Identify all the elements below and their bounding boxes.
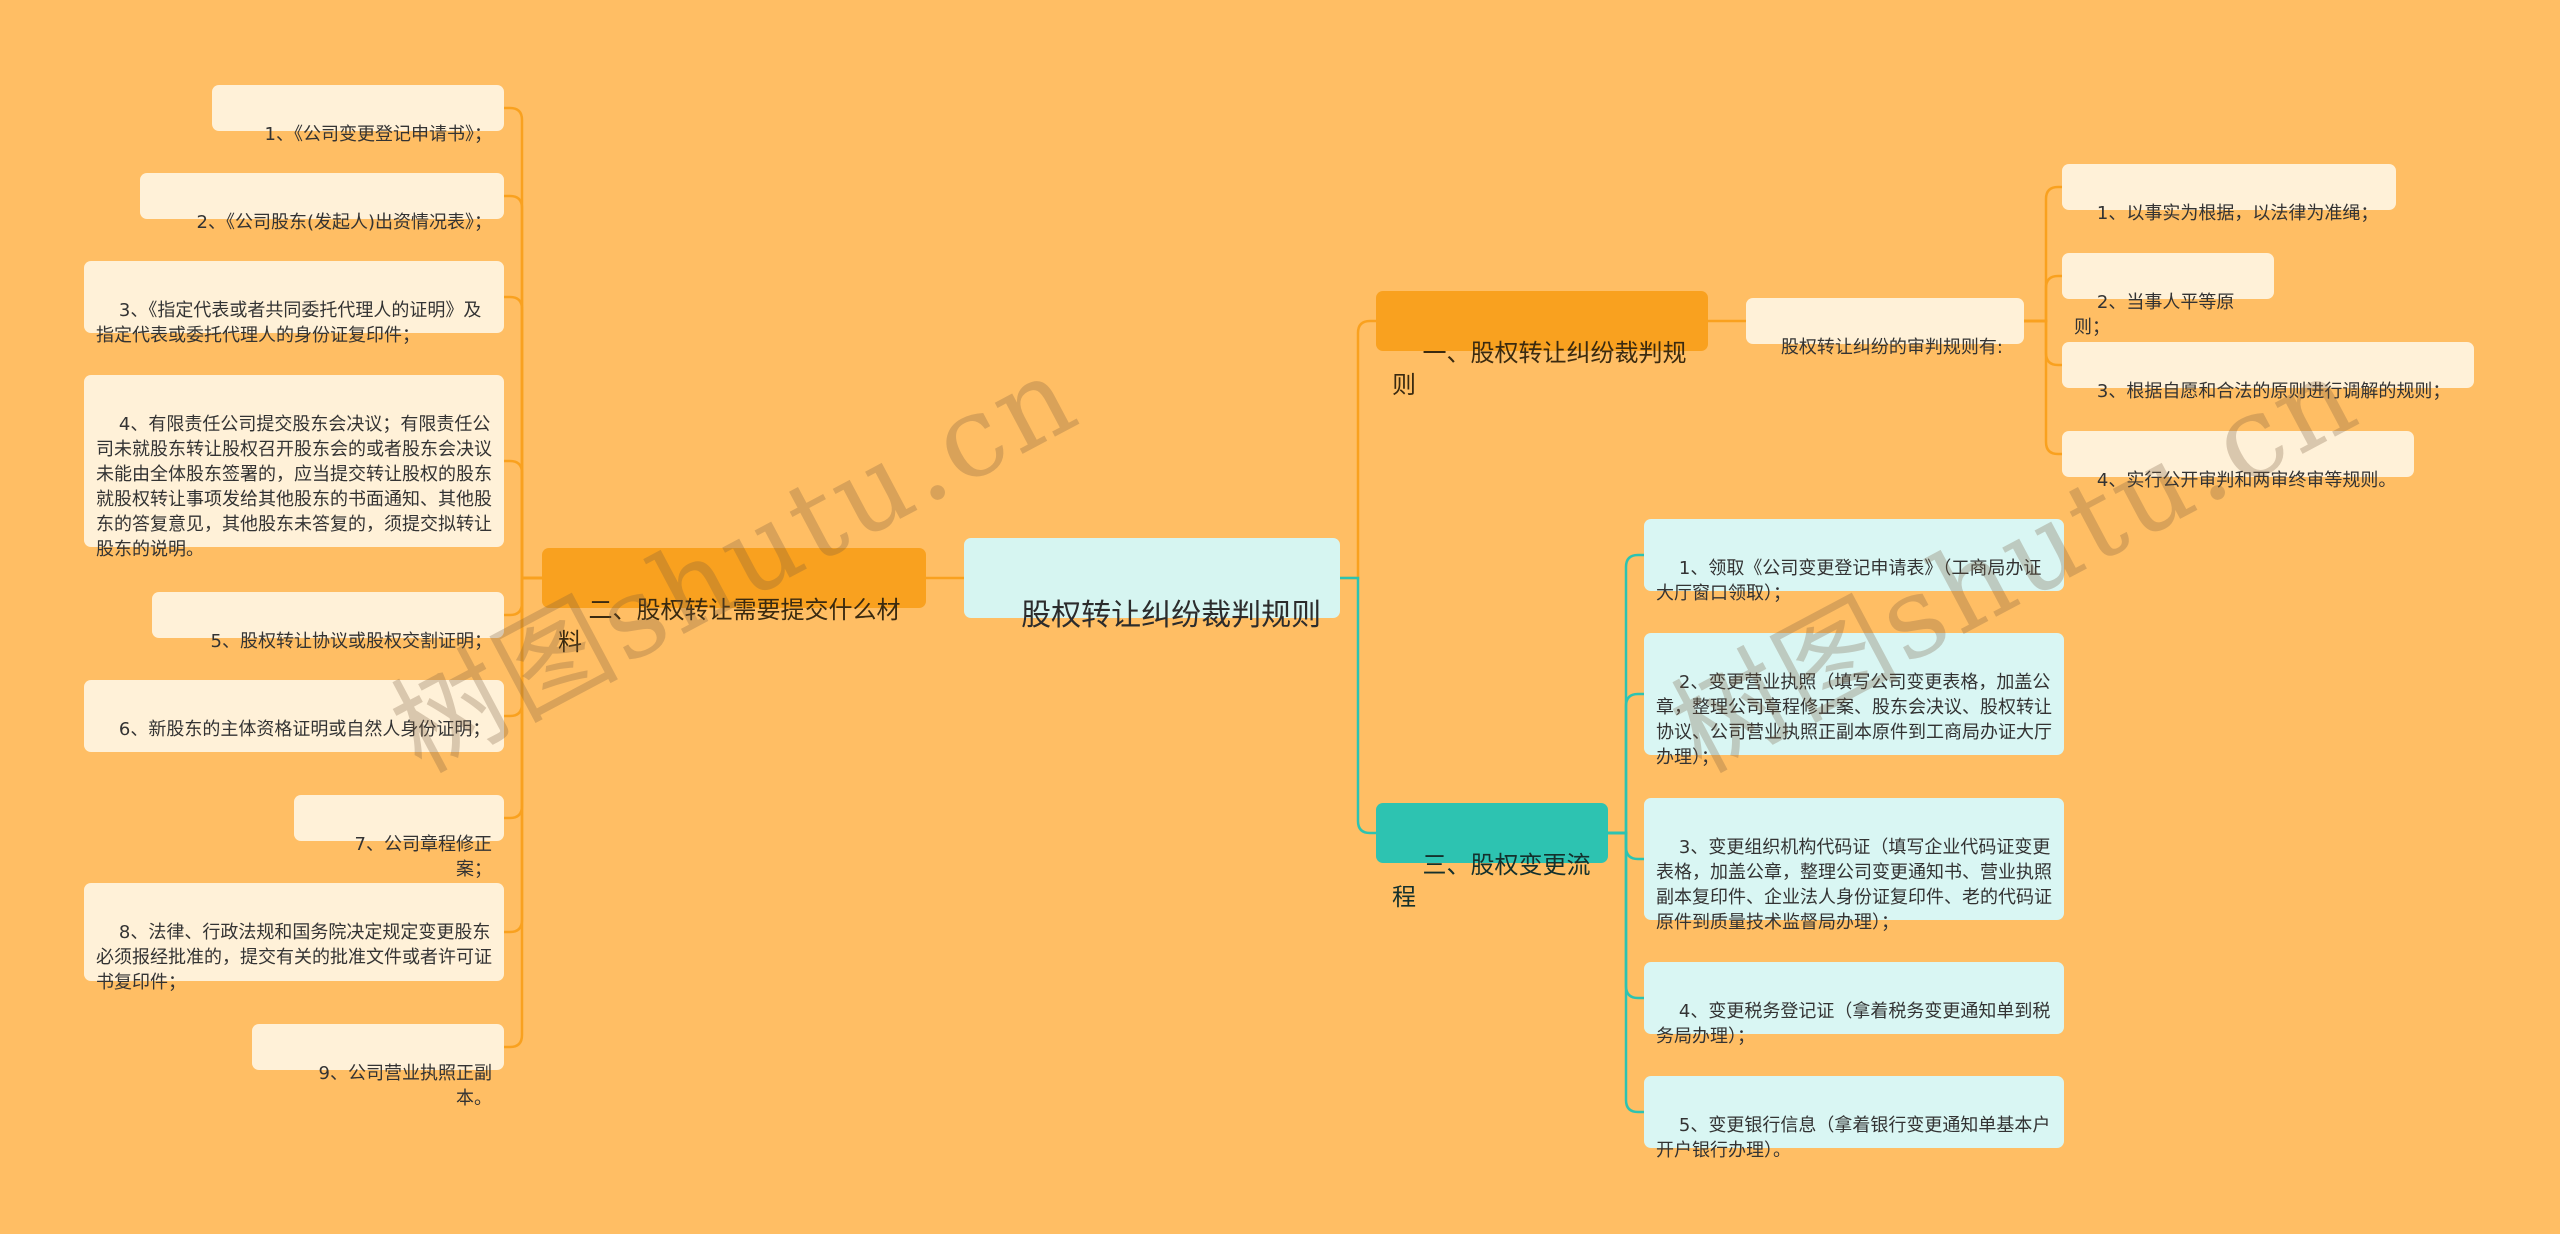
branch-2-item-7-text: 7、公司章程修正案；: [354, 834, 492, 880]
branch-1-item-2-text: 2、当事人平等原则；: [2074, 292, 2235, 338]
connector-branch-3-item-3: [1606, 831, 1646, 861]
connector-branch-1-item-2: [2022, 274, 2064, 323]
connector-root-branch-1: [1338, 319, 1378, 580]
connector-branch-3-item-5: [1606, 831, 1646, 1114]
connector-branch-1-item-4: [2022, 319, 2064, 456]
branch-3-item-3[interactable]: 3、变更组织机构代码证（填写企业代码证变更表格，加盖公章，整理公司变更通知书、营…: [1644, 798, 2064, 933]
branch-1-item-1-text: 1、以事实为根据，以法律为准绳；: [2096, 203, 2379, 224]
connector-branch-2-item-4: [502, 459, 544, 580]
root-topic-label: 股权转让纠纷裁判规则: [1021, 598, 1322, 633]
connector-branch-2-item-1: [502, 106, 544, 580]
branch-2-item-7[interactable]: 7、公司章程修正案；: [294, 795, 504, 880]
branch-1-topic[interactable]: 一、股权转让纠纷裁判规则: [1376, 291, 1708, 399]
branch-3-item-5-text: 5、变更银行信息（拿着银行变更通知单基本户开户银行办理）。: [1656, 1115, 2051, 1161]
branch-1-item-1[interactable]: 1、以事实为根据，以法律为准绳；: [2062, 164, 2396, 224]
branch-1-subtopic-label: 股权转让纠纷的审判规则有:: [1780, 337, 2003, 358]
branch-2-item-3[interactable]: 3、《指定代表或者共同委托代理人的证明》及指定代表或委托代理人的身份证复印件；: [84, 261, 504, 346]
branch-2-item-8[interactable]: 8、法律、行政法规和国务院决定规定变更股东必须报经批准的，提交有关的批准文件或者…: [84, 883, 504, 993]
branch-3-item-4[interactable]: 4、变更税务登记证（拿着税务变更通知单到税务局办理）；: [1644, 962, 2064, 1047]
connector-branch-3-item-4: [1606, 831, 1646, 1000]
branch-3-label: 三、股权变更流程: [1392, 851, 1591, 911]
branch-2-item-4[interactable]: 4、有限责任公司提交股东会决议；有限责任公司未就股东转让股权召开股东会的或者股东…: [84, 375, 504, 560]
branch-1-item-2[interactable]: 2、当事人平等原则；: [2062, 253, 2274, 338]
branch-1-subtopic[interactable]: 股权转让纠纷的审判规则有:: [1746, 298, 2024, 358]
branch-2-item-1[interactable]: 1、《公司变更登记申请书》；: [212, 85, 504, 145]
connector-root-branch-3: [1338, 576, 1378, 835]
branch-3-item-4-text: 4、变更税务登记证（拿着税务变更通知单到税务局办理）；: [1656, 1001, 2051, 1047]
branch-3-topic[interactable]: 三、股权变更流程: [1376, 803, 1608, 911]
root-topic[interactable]: 股权转让纠纷裁判规则: [964, 538, 1340, 633]
branch-2-item-2[interactable]: 2、《公司股东(发起人)出资情况表》；: [140, 173, 504, 233]
branch-3-item-3-text: 3、变更组织机构代码证（填写企业代码证变更表格，加盖公章，整理公司变更通知书、营…: [1656, 837, 2052, 933]
connector-branch-1-item-1: [2022, 185, 2064, 323]
branch-3-item-5[interactable]: 5、变更银行信息（拿着银行变更通知单基本户开户银行办理）。: [1644, 1076, 2064, 1161]
branch-2-item-9-text: 9、公司营业执照正副本。: [318, 1063, 492, 1109]
connector-branch-2-item-3: [502, 295, 544, 580]
connector-branch-3-item-2: [1606, 692, 1646, 835]
connector-branch-1-item-3: [2022, 319, 2064, 367]
branch-2-item-4-text: 4、有限责任公司提交股东会决议；有限责任公司未就股东转让股权召开股东会的或者股东…: [96, 414, 492, 560]
mind-map-canvas: 股权转让纠纷裁判规则 一、股权转让纠纷裁判规则 股权转让纠纷的审判规则有: 1、…: [0, 0, 2560, 1234]
branch-2-item-1-text: 1、《公司变更登记申请书》；: [264, 124, 492, 145]
branch-2-item-3-text: 3、《指定代表或者共同委托代理人的证明》及指定代表或委托代理人的身份证复印件；: [96, 300, 482, 346]
branch-2-item-8-text: 8、法律、行政法规和国务院决定规定变更股东必须报经批准的，提交有关的批准文件或者…: [96, 922, 492, 993]
branch-2-item-2-text: 2、《公司股东(发起人)出资情况表》；: [196, 212, 493, 233]
branch-1-label: 一、股权转让纠纷裁判规则: [1392, 339, 1687, 399]
branch-2-item-9[interactable]: 9、公司营业执照正副本。: [252, 1024, 504, 1109]
connector-branch-3-item-1: [1606, 553, 1646, 835]
connector-branch-2-item-2: [502, 194, 544, 580]
